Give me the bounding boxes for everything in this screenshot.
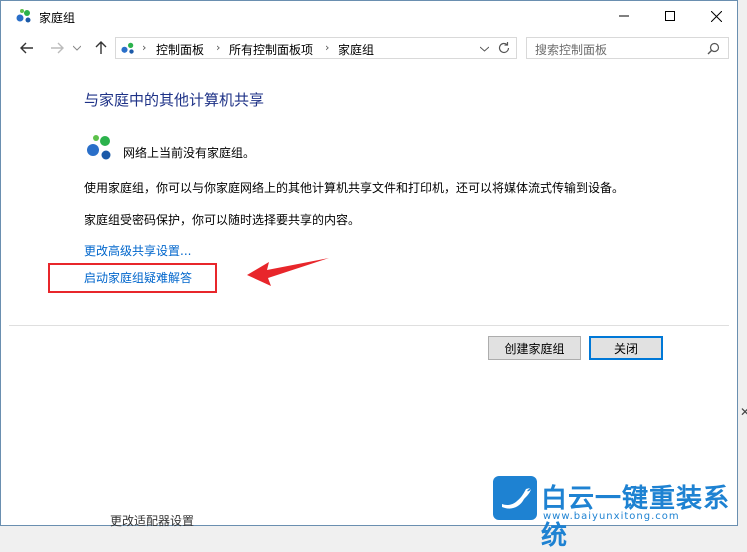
- close-window-button[interactable]: [693, 1, 739, 31]
- background-close-icon: ✕: [740, 405, 747, 419]
- divider: [9, 325, 729, 326]
- window-title: 家庭组: [39, 11, 76, 25]
- forward-button[interactable]: [47, 39, 67, 57]
- forward-arrow-icon: [51, 42, 64, 54]
- create-homegroup-button[interactable]: 创建家庭组: [488, 336, 581, 360]
- breadcrumb-separator: ›: [142, 41, 147, 54]
- watermark-logo-icon: [493, 476, 537, 520]
- recent-locations-button[interactable]: [71, 39, 83, 57]
- homegroup-icon: [16, 9, 31, 23]
- breadcrumb-separator: ›: [216, 41, 221, 54]
- homegroup-icon: [121, 42, 134, 54]
- advanced-sharing-link[interactable]: 更改高级共享设置...: [84, 242, 191, 259]
- search-input[interactable]: 搜索控制面板: [526, 37, 729, 59]
- breadcrumb-homegroup[interactable]: 家庭组: [338, 41, 374, 58]
- maximize-button[interactable]: [647, 1, 693, 31]
- background-window-text: 更改适配器设置: [110, 514, 195, 528]
- page-heading: 与家庭中的其他计算机共享: [84, 91, 265, 109]
- maximize-icon: [665, 11, 675, 21]
- breadcrumb-all-items[interactable]: 所有控制面板项: [229, 41, 313, 58]
- password-info-text: 家庭组受密码保护，你可以随时选择要共享的内容。: [84, 213, 361, 227]
- minimize-button[interactable]: [601, 1, 647, 31]
- search-placeholder: 搜索控制面板: [535, 43, 608, 57]
- search-icon[interactable]: [707, 42, 720, 55]
- breadcrumb-control-panel[interactable]: 控制面板: [156, 41, 204, 58]
- annotation-arrow-icon: [247, 258, 329, 286]
- homegroup-window: 家庭组 › 控制面板 › 所有控制面板项 › 家庭组 搜索控制面板 与家庭中的其…: [0, 0, 738, 526]
- minimize-icon: [619, 15, 629, 17]
- homegroup-status: 网络上当前没有家庭组。: [123, 146, 256, 160]
- refresh-icon[interactable]: [497, 41, 511, 55]
- breadcrumb-separator: ›: [325, 41, 330, 54]
- back-button[interactable]: [17, 39, 37, 57]
- address-bar[interactable]: › 控制面板 › 所有控制面板项 › 家庭组: [115, 37, 517, 59]
- back-arrow-icon: [20, 42, 33, 54]
- homegroup-icon: [87, 135, 111, 160]
- dropdown-chevron-icon[interactable]: [480, 46, 489, 52]
- watermark-url: www.baiyunxitong.com: [543, 511, 680, 522]
- description-text: 使用家庭组，你可以与你家庭网络上的其他计算机共享文件和打印机，还可以将媒体流式传…: [84, 181, 625, 195]
- highlight-box: [48, 263, 217, 293]
- close-button[interactable]: 关闭: [589, 336, 663, 360]
- up-arrow-icon: [95, 41, 107, 54]
- dropdown-chevron-icon: [73, 45, 81, 51]
- title-bar: 家庭组: [1, 1, 737, 31]
- close-icon: [710, 10, 722, 22]
- navigation-bar: › 控制面板 › 所有控制面板项 › 家庭组 搜索控制面板: [1, 31, 737, 65]
- up-button[interactable]: [91, 39, 111, 57]
